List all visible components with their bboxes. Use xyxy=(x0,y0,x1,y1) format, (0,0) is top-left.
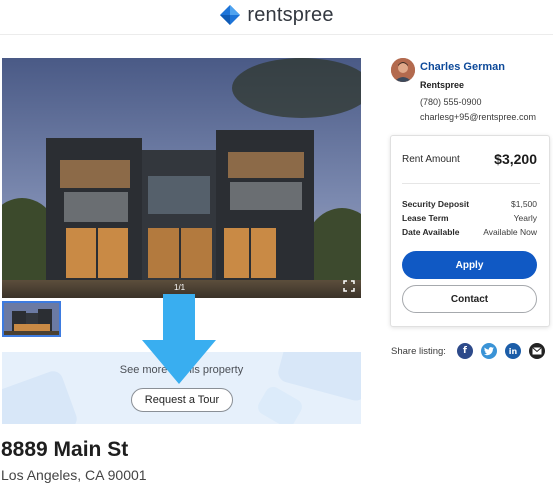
agent-avatar xyxy=(391,58,415,82)
security-deposit-label: Security Deposit xyxy=(402,199,470,209)
decorative-shape xyxy=(2,368,80,424)
property-address: 8889 Main St xyxy=(1,438,129,461)
photo-counter: 1/1 xyxy=(174,283,186,292)
rent-amount-label: Rent Amount xyxy=(402,154,460,165)
agent-name[interactable]: Charles German xyxy=(420,61,505,73)
decorative-shape xyxy=(255,384,305,424)
lease-term-label: Lease Term xyxy=(402,213,449,223)
agent-phone[interactable]: (780) 555-0900 xyxy=(420,97,482,107)
expand-icon[interactable] xyxy=(343,280,355,292)
apply-button[interactable]: Apply xyxy=(402,251,537,279)
pricing-card: Rent Amount $3,200 Security Deposit $1,5… xyxy=(390,135,550,327)
contact-button[interactable]: Contact xyxy=(402,285,537,313)
brand-name[interactable]: rentspree xyxy=(247,4,333,27)
linkedin-icon[interactable]: in xyxy=(505,343,521,359)
twitter-icon[interactable] xyxy=(481,343,497,359)
date-available-value: Available Now xyxy=(483,227,537,237)
agent-email[interactable]: charlesg+95@rentspree.com xyxy=(420,112,536,122)
rent-amount-value: $3,200 xyxy=(494,151,537,167)
property-photo[interactable]: 1/1 xyxy=(2,58,361,298)
agent-company: Rentspree xyxy=(420,80,465,90)
rentspree-logo-icon[interactable] xyxy=(219,4,241,26)
lease-term-value: Yearly xyxy=(513,213,537,223)
photo-thumbnail[interactable] xyxy=(2,301,61,337)
share-listing-label: Share listing: xyxy=(391,346,446,357)
security-deposit-value: $1,500 xyxy=(511,199,537,209)
site-header: rentspree xyxy=(0,0,553,30)
arrow-down-icon xyxy=(142,294,216,384)
date-available-label: Date Available xyxy=(402,227,460,237)
request-tour-button[interactable]: Request a Tour xyxy=(131,388,233,412)
facebook-icon[interactable]: f xyxy=(457,343,473,359)
card-divider xyxy=(402,183,540,184)
email-icon[interactable] xyxy=(529,343,545,359)
header-divider xyxy=(0,34,553,35)
property-city: Los Angeles, CA 90001 xyxy=(1,467,147,483)
